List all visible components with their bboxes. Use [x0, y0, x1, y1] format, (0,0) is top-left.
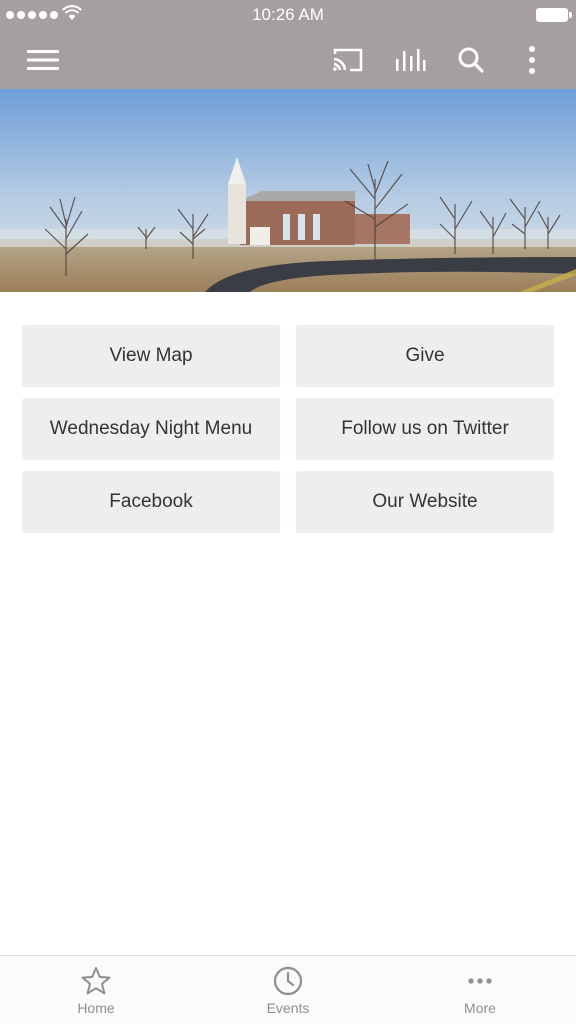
audio-bars-icon[interactable] — [390, 40, 430, 80]
more-horizontal-icon — [468, 978, 492, 984]
tab-events[interactable]: Events — [192, 956, 384, 1024]
menu-icon[interactable] — [23, 40, 63, 80]
wednesday-night-menu-button[interactable]: Wednesday Night Menu — [22, 398, 280, 459]
battery-icon — [536, 8, 572, 22]
star-icon — [81, 967, 111, 995]
status-time: 10:26 AM — [252, 5, 324, 24]
search-icon[interactable] — [451, 40, 491, 80]
more-vertical-icon[interactable] — [512, 40, 552, 80]
follow-twitter-button[interactable]: Follow us on Twitter — [296, 398, 554, 459]
facebook-button[interactable]: Facebook — [22, 471, 280, 532]
hero-church-image — [0, 89, 576, 292]
tab-home-label: Home — [77, 1000, 115, 1016]
link-button-grid: View Map Give Wednesday Night Menu Follo… — [22, 325, 554, 532]
bottom-tab-bar: Home Events More — [0, 955, 576, 1024]
tab-events-label: Events — [266, 1000, 310, 1016]
status-bar: 10:26 AM — [0, 0, 576, 30]
cast-icon[interactable] — [328, 40, 368, 80]
tab-more[interactable]: More — [384, 956, 576, 1024]
toolbar — [0, 30, 576, 89]
tab-more-label: More — [464, 1000, 496, 1016]
give-button[interactable]: Give — [296, 325, 554, 386]
tab-home[interactable]: Home — [0, 956, 192, 1024]
our-website-button[interactable]: Our Website — [296, 471, 554, 532]
view-map-button[interactable]: View Map — [22, 325, 280, 386]
clock-icon — [273, 966, 303, 996]
